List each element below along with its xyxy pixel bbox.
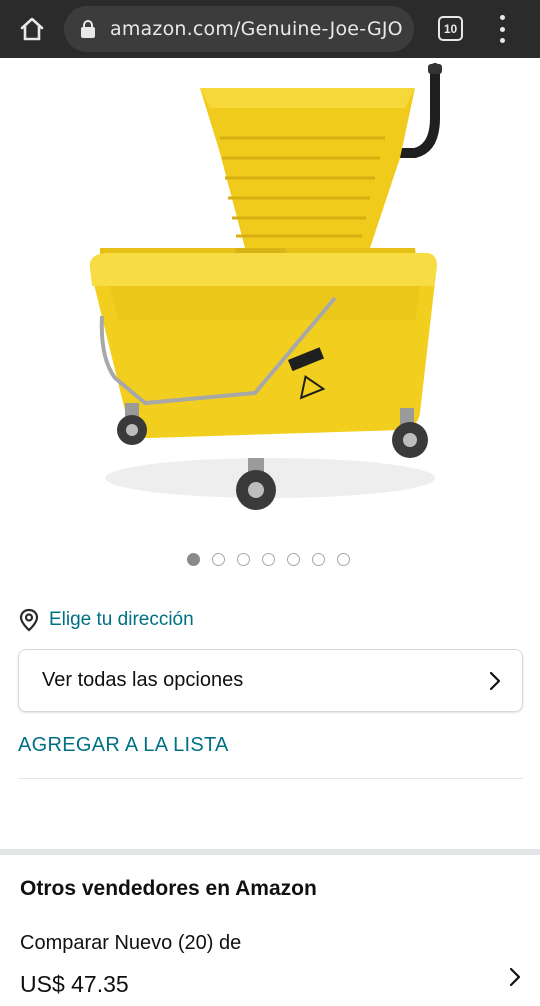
section-divider: [18, 778, 523, 779]
compare-new-link[interactable]: Comparar Nuevo (20) de: [20, 932, 241, 955]
carousel-dot[interactable]: [311, 553, 325, 566]
tab-switcher-button[interactable]: 10: [438, 16, 463, 41]
image-carousel-indicator[interactable]: [0, 553, 540, 567]
browser-toolbar: amazon.com/Genuine-Joe-GJO 10: [0, 0, 540, 58]
url-text: amazon.com/Genuine-Joe-GJO: [110, 18, 403, 40]
carousel-dot[interactable]: [211, 553, 225, 566]
carousel-dot[interactable]: [286, 553, 300, 566]
lock-icon: [81, 20, 95, 38]
choose-address-link[interactable]: Elige tu dirección: [18, 606, 194, 634]
see-all-options-label: Ver todas las opciones: [42, 669, 244, 691]
see-all-options-button[interactable]: Ver todas las opciones: [18, 649, 523, 712]
home-button[interactable]: [14, 11, 50, 47]
mop-bucket-wringer-image[interactable]: [70, 58, 470, 528]
kebab-menu-icon[interactable]: [490, 12, 514, 46]
location-pin-icon: [19, 608, 39, 632]
home-icon: [20, 17, 44, 41]
chevron-right-icon: [489, 671, 501, 691]
section-separator: [0, 849, 540, 855]
add-to-list-link[interactable]: AGREGAR A LA LISTA: [18, 734, 229, 757]
carousel-dot[interactable]: [186, 553, 200, 566]
carousel-dot[interactable]: [236, 553, 250, 566]
choose-address-label: Elige tu dirección: [49, 609, 194, 630]
carousel-dot[interactable]: [261, 553, 275, 566]
carousel-dot[interactable]: [336, 553, 350, 566]
other-sellers-price[interactable]: US$ 47.35: [20, 971, 129, 998]
other-sellers-heading: Otros vendedores en Amazon: [20, 877, 317, 900]
chevron-right-icon[interactable]: [508, 966, 522, 988]
address-bar[interactable]: amazon.com/Genuine-Joe-GJO: [64, 6, 414, 52]
